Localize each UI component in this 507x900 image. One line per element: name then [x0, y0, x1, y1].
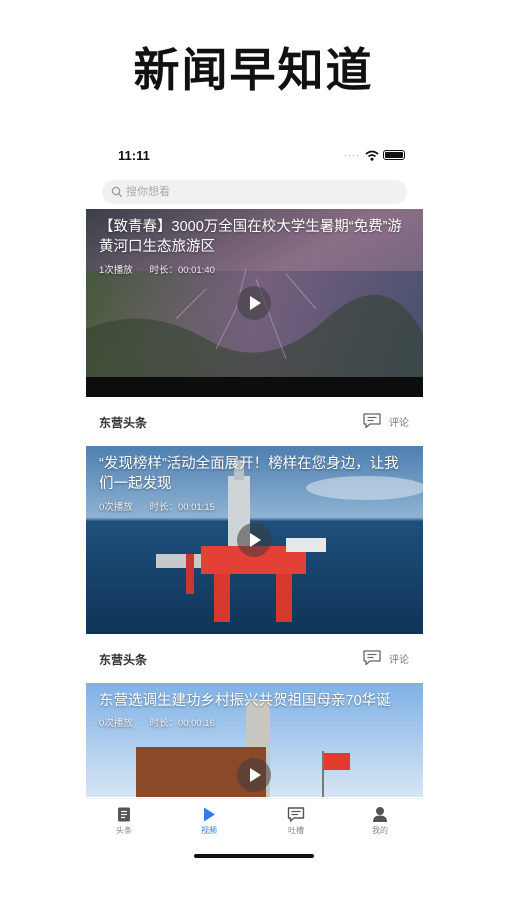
wifi-icon [365, 150, 379, 161]
comment-button[interactable]: 评论 [362, 410, 414, 432]
home-indicator [194, 854, 314, 858]
comment-icon [287, 807, 305, 822]
comment-label: 评论 [389, 418, 409, 429]
tab-label: 吐槽 [288, 826, 304, 835]
play-count: 0次播放 [99, 718, 133, 729]
search-input[interactable] [126, 180, 396, 204]
tab-video[interactable]: 视频 [179, 803, 239, 843]
video-thumbnail[interactable]: “发现榜样”活动全面展开！榜样在您身边，让我们一起发现 0次播放 时长：00:0… [86, 446, 423, 634]
play-button[interactable] [237, 286, 271, 320]
video-duration: 时长：00:01:40 [149, 265, 215, 276]
tab-mine[interactable]: 我的 [350, 803, 410, 843]
video-card[interactable]: “发现榜样”活动全面展开！榜样在您身边，让我们一起发现 0次播放 时长：00:0… [86, 446, 423, 683]
play-button[interactable] [237, 523, 271, 557]
video-feed: 【致青春】3000万全国在校大学生暑期“免费”游黄河口生态旅游区 1次播放 时长… [86, 209, 423, 797]
play-count: 1次播放 [99, 265, 133, 276]
video-title: 东营选调生建功乡村振兴共贺祖国母亲70华诞 [99, 693, 391, 709]
comment-label: 评论 [389, 655, 409, 666]
search-icon [111, 186, 123, 198]
status-time: 11:11 [118, 148, 150, 163]
card-footer: 东营头条 评论 [86, 634, 423, 683]
comment-icon [363, 413, 381, 429]
phone-screen: 11:11 ···· 搜你想看 【致青春】3000万全国在校大学生暑期“免费”游… [86, 140, 423, 865]
video-title: “发现榜样”活动全面展开！榜样在您身边，让我们一起发现 [99, 456, 399, 492]
tab-label: 视频 [201, 826, 217, 835]
play-button[interactable] [237, 758, 271, 792]
video-card[interactable]: 东营选调生建功乡村振兴共贺祖国母亲70华诞 0次播放 时长：00:00:16 [86, 683, 423, 797]
video-card[interactable]: 【致青春】3000万全国在校大学生暑期“免费”游黄河口生态旅游区 1次播放 时长… [86, 209, 423, 446]
video-duration: 时长：00:01:15 [149, 502, 215, 513]
source-label: 东营头条 [99, 653, 148, 667]
source-label: 东营头条 [99, 416, 148, 430]
video-meta: 1次播放 时长：00:01:40 [99, 262, 229, 276]
search-bar[interactable] [102, 180, 407, 204]
tab-headlines[interactable]: 头条 [94, 803, 154, 843]
video-thumbnail[interactable]: 【致青春】3000万全国在校大学生暑期“免费”游黄河口生态旅游区 1次播放 时长… [86, 209, 423, 397]
signal-icon: ···· [344, 150, 360, 160]
video-title: 【致青春】3000万全国在校大学生暑期“免费”游黄河口生态旅游区 [99, 219, 402, 255]
tab-label: 头条 [116, 826, 132, 835]
play-count: 0次播放 [99, 502, 133, 513]
tab-complaints[interactable]: 吐槽 [266, 803, 326, 843]
video-meta: 0次播放 时长：00:01:15 [99, 499, 229, 513]
card-footer: 东营头条 评论 [86, 397, 423, 446]
promo-title: 新闻早知道 [133, 43, 374, 97]
video-thumbnail[interactable]: 东营选调生建功乡村振兴共贺祖国母亲70华诞 0次播放 时长：00:00:16 [86, 683, 423, 797]
play-icon [204, 807, 215, 822]
bottom-tab-bar: 头条 视频 吐槽 我的 [86, 798, 423, 865]
tab-label: 我的 [372, 826, 388, 835]
video-meta: 0次播放 时长：00:00:16 [99, 715, 229, 729]
comment-button[interactable]: 评论 [362, 647, 414, 669]
status-bar: 11:11 ···· [86, 140, 423, 174]
battery-icon [383, 150, 405, 160]
user-icon [373, 807, 387, 822]
comment-icon [363, 650, 381, 666]
video-duration: 时长：00:00:16 [149, 718, 215, 729]
news-icon [118, 807, 130, 822]
